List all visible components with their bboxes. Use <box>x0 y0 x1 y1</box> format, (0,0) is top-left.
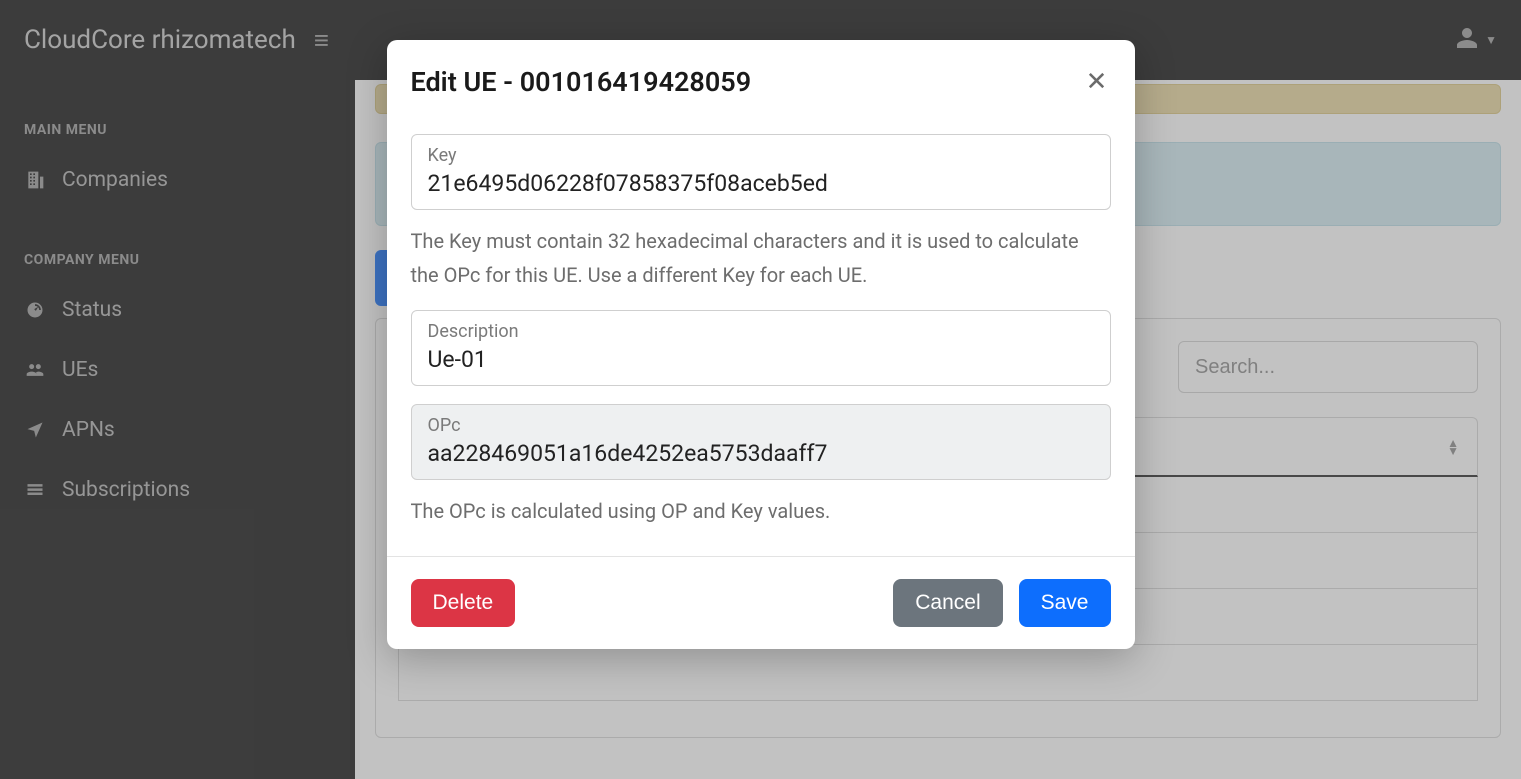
opc-value: aa228469051a16de4252ea5753daaff7 <box>428 440 1094 467</box>
description-field[interactable]: Description <box>411 310 1111 386</box>
cancel-button[interactable]: Cancel <box>893 579 1002 627</box>
description-label: Description <box>428 321 1094 342</box>
key-label: Key <box>428 145 1094 166</box>
key-input[interactable] <box>428 170 1094 197</box>
key-help-text: The Key must contain 32 hexadecimal char… <box>411 224 1111 292</box>
modal-footer: Delete Cancel Save <box>387 556 1135 649</box>
description-input[interactable] <box>428 346 1094 373</box>
save-button[interactable]: Save <box>1019 579 1111 627</box>
close-icon[interactable]: ✕ <box>1083 68 1111 96</box>
key-field[interactable]: Key <box>411 134 1111 210</box>
opc-field: OPc aa228469051a16de4252ea5753daaff7 <box>411 404 1111 480</box>
modal-title: Edit UE - 001016419428059 <box>411 66 752 98</box>
delete-button[interactable]: Delete <box>411 579 516 627</box>
modal-body: Key The Key must contain 32 hexadecimal … <box>387 116 1135 556</box>
opc-label: OPc <box>428 415 1094 436</box>
edit-ue-modal: Edit UE - 001016419428059 ✕ Key The Key … <box>387 40 1135 649</box>
opc-help-text: The OPc is calculated using OP and Key v… <box>411 494 1111 528</box>
modal-header: Edit UE - 001016419428059 ✕ <box>387 40 1135 116</box>
